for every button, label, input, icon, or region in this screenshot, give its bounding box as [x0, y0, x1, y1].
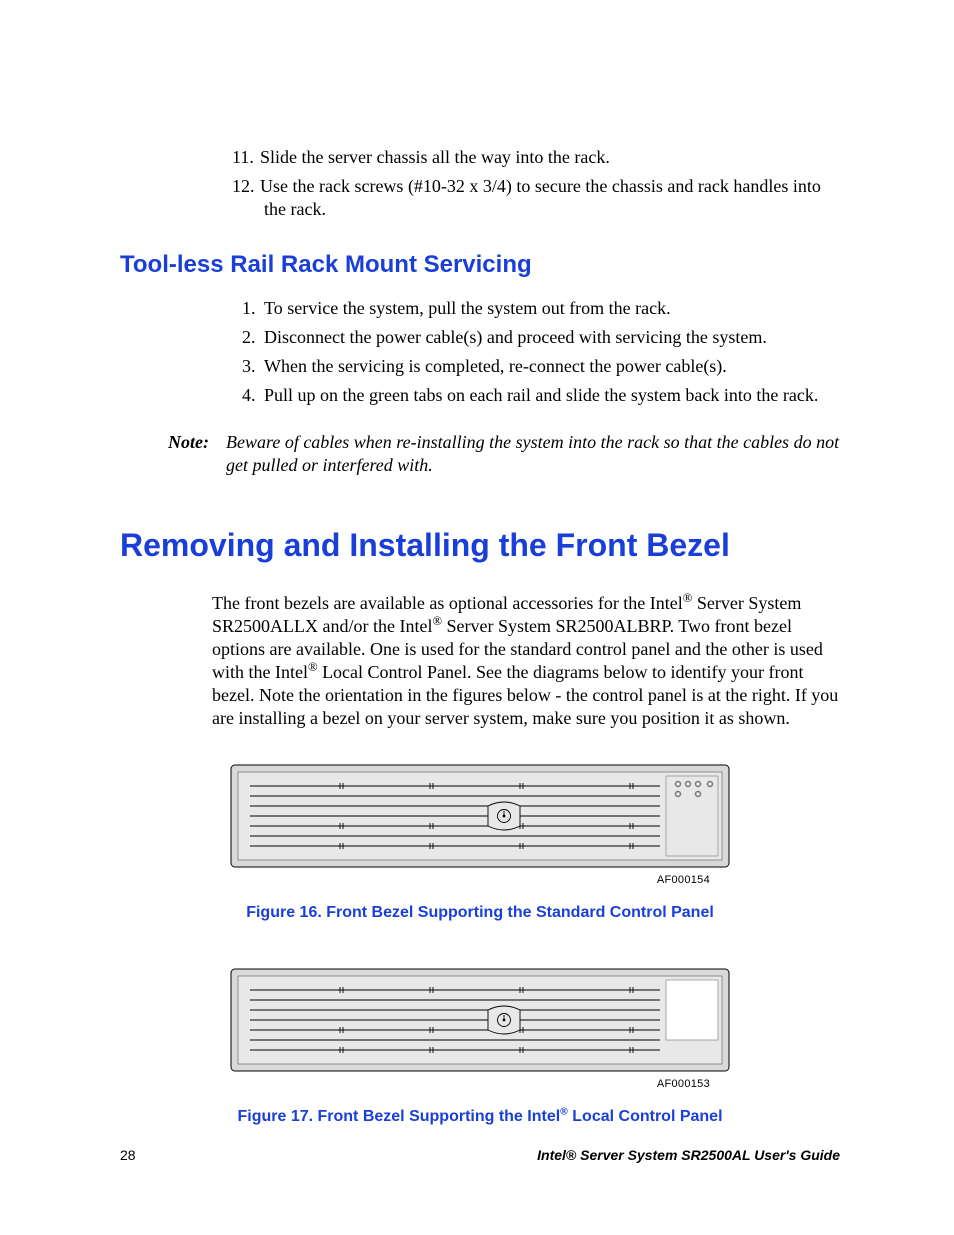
figure-source-id: AF000153: [120, 1078, 710, 1090]
lock-icon: [488, 1006, 520, 1034]
bezel-standard-illustration: [230, 764, 730, 868]
list-item-text: Disconnect the power cable(s) and procee…: [264, 327, 767, 347]
figure-17: AF000153 Figure 17. Front Bezel Supporti…: [120, 968, 840, 1126]
heading-tool-less-servicing: Tool-less Rail Rack Mount Servicing: [120, 251, 840, 279]
figure-source-id: AF000154: [120, 874, 710, 886]
figure-caption: Figure 16. Front Bezel Supporting the St…: [120, 904, 840, 922]
list-item: When the servicing is completed, re-conn…: [260, 355, 840, 378]
servicing-steps: To service the system, pull the system o…: [120, 297, 840, 407]
bezel-paragraph: The front bezels are available as option…: [212, 592, 840, 730]
bezel-lcp-illustration: [230, 968, 730, 1072]
list-item: Pull up on the green tabs on each rail a…: [260, 384, 840, 407]
list-item-text: Pull up on the green tabs on each rail a…: [264, 385, 818, 405]
figure-caption-post: Local Control Panel: [568, 1108, 723, 1125]
figure-16: AF000154 Figure 16. Front Bezel Supporti…: [120, 764, 840, 922]
page-number: 28: [120, 1147, 136, 1163]
list-item: Slide the server chassis all the way int…: [260, 146, 840, 169]
note-text: Beware of cables when re-installing the …: [226, 431, 840, 477]
note-block: Note: Beware of cables when re-installin…: [168, 431, 840, 477]
page-footer: 28 Intel® Server System SR2500AL User's …: [120, 1147, 840, 1163]
lock-icon: [488, 802, 520, 830]
figure-caption: Figure 17. Front Bezel Supporting the In…: [120, 1108, 840, 1126]
note-label: Note:: [168, 431, 226, 477]
list-item: Disconnect the power cable(s) and procee…: [260, 326, 840, 349]
figure-caption-pre: Figure 17. Front Bezel Supporting the In…: [237, 1108, 560, 1125]
footer-title: Intel® Server System SR2500AL User's Gui…: [537, 1147, 840, 1163]
registered-mark: ®: [560, 1107, 568, 1118]
heading-front-bezel: Removing and Installing the Front Bezel: [120, 527, 840, 564]
list-item: Use the rack screws (#10-32 x 3/4) to se…: [260, 175, 840, 221]
install-steps-continued: Slide the server chassis all the way int…: [120, 146, 840, 221]
list-item: To service the system, pull the system o…: [260, 297, 840, 320]
list-item-text: To service the system, pull the system o…: [264, 298, 671, 318]
list-item-text: When the servicing is completed, re-conn…: [264, 356, 727, 376]
list-item-text: Slide the server chassis all the way int…: [260, 147, 610, 167]
list-item-text: Use the rack screws (#10-32 x 3/4) to se…: [260, 176, 821, 219]
